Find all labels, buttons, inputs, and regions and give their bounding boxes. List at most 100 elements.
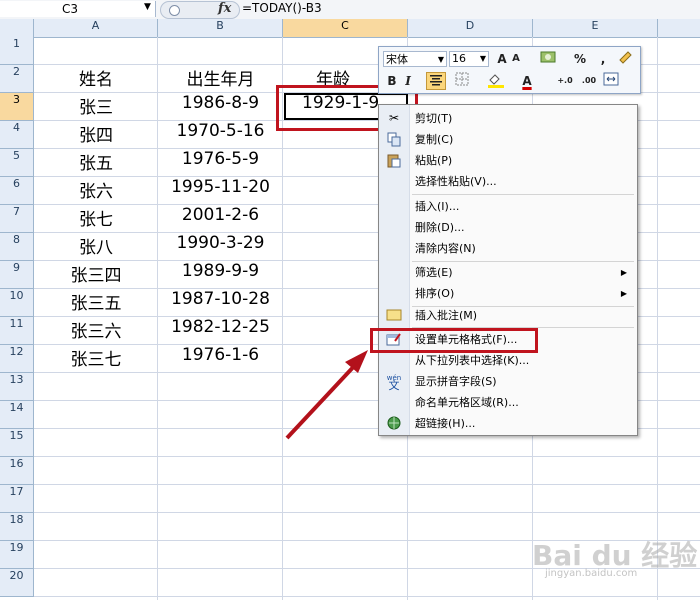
row-header-17[interactable]: 17 — [0, 485, 34, 513]
expand-icon[interactable] — [169, 5, 180, 16]
percent-style-button[interactable]: % — [573, 50, 587, 68]
row-header-6[interactable]: 6 — [0, 177, 34, 205]
menu-item-hyperlink[interactable]: 超链接(H)... — [379, 413, 637, 434]
cell-a5[interactable]: 张五 — [34, 149, 158, 177]
font-name-value: 宋体 — [386, 53, 408, 66]
format-painter-button[interactable] — [617, 50, 635, 68]
cell-a10[interactable]: 张三五 — [34, 289, 158, 317]
borders-icon — [455, 72, 469, 86]
menu-item-insert-comment[interactable]: 插入批注(M) — [379, 305, 637, 326]
cell-a7[interactable]: 张七 — [34, 205, 158, 233]
menu-item-delete[interactable]: 删除(D)... — [379, 217, 637, 238]
cell-a3[interactable]: 张三 — [34, 93, 158, 121]
italic-button[interactable]: I — [401, 72, 415, 90]
bold-button[interactable]: B — [385, 72, 399, 90]
menu-item-sort-label: 排序(O) — [415, 287, 455, 300]
row-header-10[interactable]: 10 — [0, 289, 34, 317]
cell-b6[interactable]: 1995-11-20 — [158, 177, 283, 205]
align-center-icon — [430, 75, 442, 86]
menu-item-copy[interactable]: 复制(C) — [379, 129, 637, 150]
formula-input[interactable]: =TODAY()-B3 — [242, 1, 322, 15]
cell-a11[interactable]: 张三六 — [34, 317, 158, 345]
comma-style-button[interactable]: , — [598, 50, 608, 68]
cell-b2-birth-header[interactable]: 出生年月 — [158, 65, 283, 93]
row-header-4[interactable]: 4 — [0, 121, 34, 149]
cell-a12[interactable]: 张三七 — [34, 345, 158, 373]
scissors-icon: ✂ — [388, 111, 400, 125]
menu-item-cut[interactable]: ✂ 剪切(T) — [379, 108, 637, 129]
row-header-3[interactable]: 3 — [0, 93, 34, 121]
center-align-button[interactable] — [426, 72, 446, 90]
row-header-14[interactable]: 14 — [0, 401, 34, 429]
font-size-select[interactable]: 16 ▼ — [449, 51, 489, 67]
row-header-16[interactable]: 16 — [0, 457, 34, 485]
menu-item-define-name[interactable]: 命名单元格区域(R)... — [379, 392, 637, 413]
merge-center-button[interactable] — [602, 72, 620, 90]
row-header-7[interactable]: 7 — [0, 205, 34, 233]
cell-b8[interactable]: 1990-3-29 — [158, 233, 283, 261]
name-box[interactable]: C3 ▼ — [0, 1, 156, 17]
menu-item-phonetic[interactable]: wén 文 显示拼音字段(S) — [379, 371, 637, 392]
cell-b4[interactable]: 1970-5-16 — [158, 121, 283, 149]
menu-item-pick-from-list[interactable]: 从下拉列表中选择(K)... — [379, 350, 637, 371]
row-header-18[interactable]: 18 — [0, 513, 34, 541]
submenu-arrow-icon: ▶ — [620, 268, 627, 277]
menu-item-paste-special[interactable]: 选择性粘贴(V)... — [379, 171, 637, 192]
cell-a8[interactable]: 张八 — [34, 233, 158, 261]
row-header-5[interactable]: 5 — [0, 149, 34, 177]
column-header-d[interactable]: D — [408, 19, 533, 37]
menu-item-pick-from-list-label: 从下拉列表中选择(K)... — [415, 354, 530, 367]
borders-button[interactable] — [451, 72, 473, 90]
column-header-e[interactable]: E — [533, 19, 658, 37]
row-header-11[interactable]: 11 — [0, 317, 34, 345]
cell-b10[interactable]: 1987-10-28 — [158, 289, 283, 317]
cell-b11[interactable]: 1982-12-25 — [158, 317, 283, 345]
fill-color-button[interactable] — [483, 72, 511, 90]
column-header-c[interactable]: C — [283, 19, 408, 37]
row-header-12[interactable]: 12 — [0, 345, 34, 373]
column-header-b[interactable]: B — [158, 19, 283, 37]
row-header-8[interactable]: 8 — [0, 233, 34, 261]
font-color-button[interactable]: A — [519, 72, 535, 90]
cell-a9[interactable]: 张三四 — [34, 261, 158, 289]
row-header-13[interactable]: 13 — [0, 373, 34, 401]
insert-function-button[interactable]: fx — [218, 1, 231, 16]
row-header-15[interactable]: 15 — [0, 429, 34, 457]
cell-b3[interactable]: 1986-8-9 — [158, 93, 283, 121]
cell-b7[interactable]: 2001-2-6 — [158, 205, 283, 233]
menu-item-paste[interactable]: 粘贴(P) — [379, 150, 637, 171]
formula-bar: C3 ▼ fx =TODAY()-B3 — [0, 0, 700, 20]
context-menu: ✂ 剪切(T) 复制(C) 粘贴(P) 选择性粘贴(V)... 插入(I)...… — [378, 104, 638, 436]
select-all-corner[interactable] — [0, 19, 34, 37]
menu-item-insert[interactable]: 插入(I)... — [379, 196, 637, 217]
row-header-9[interactable]: 9 — [0, 261, 34, 289]
cell-a2-name-header[interactable]: 姓名 — [34, 65, 158, 93]
comment-icon — [386, 308, 402, 323]
grow-font-button[interactable]: A — [495, 50, 509, 68]
menu-item-clear-contents[interactable]: 清除内容(N) — [379, 238, 637, 259]
row-header-19[interactable]: 19 — [0, 541, 34, 569]
decrease-decimal-button[interactable]: .00 — [578, 72, 600, 90]
column-header-a[interactable]: A — [34, 19, 158, 37]
cell-b9[interactable]: 1989-9-9 — [158, 261, 283, 289]
increase-decimal-button[interactable]: +.0 — [554, 72, 576, 90]
menu-item-filter[interactable]: 筛选(E) ▶ — [379, 262, 637, 283]
cell-a6[interactable]: 张六 — [34, 177, 158, 205]
accounting-format-button[interactable] — [539, 50, 557, 68]
cell-b12[interactable]: 1976-1-6 — [158, 345, 283, 373]
shrink-font-button[interactable]: A — [510, 50, 522, 68]
cell-a4[interactable]: 张四 — [34, 121, 158, 149]
row-header-2[interactable]: 2 — [0, 65, 34, 93]
cell-b5[interactable]: 1976-5-9 — [158, 149, 283, 177]
row-header-1[interactable]: 1 — [0, 37, 34, 65]
menu-item-paste-special-label: 选择性粘贴(V)... — [415, 175, 497, 188]
row-header-20[interactable]: 20 — [0, 569, 34, 597]
font-name-select[interactable]: 宋体 ▼ — [383, 51, 447, 67]
formula-bar-controls: fx — [160, 1, 240, 19]
menu-item-insert-label: 插入(I)... — [415, 200, 460, 213]
name-box-dropdown-icon[interactable]: ▼ — [144, 2, 151, 12]
submenu-arrow-icon: ▶ — [620, 289, 627, 298]
menu-item-hyperlink-label: 超链接(H)... — [415, 417, 476, 430]
menu-item-sort[interactable]: 排序(O) ▶ — [379, 283, 637, 304]
menu-item-insert-comment-label: 插入批注(M) — [415, 309, 478, 322]
